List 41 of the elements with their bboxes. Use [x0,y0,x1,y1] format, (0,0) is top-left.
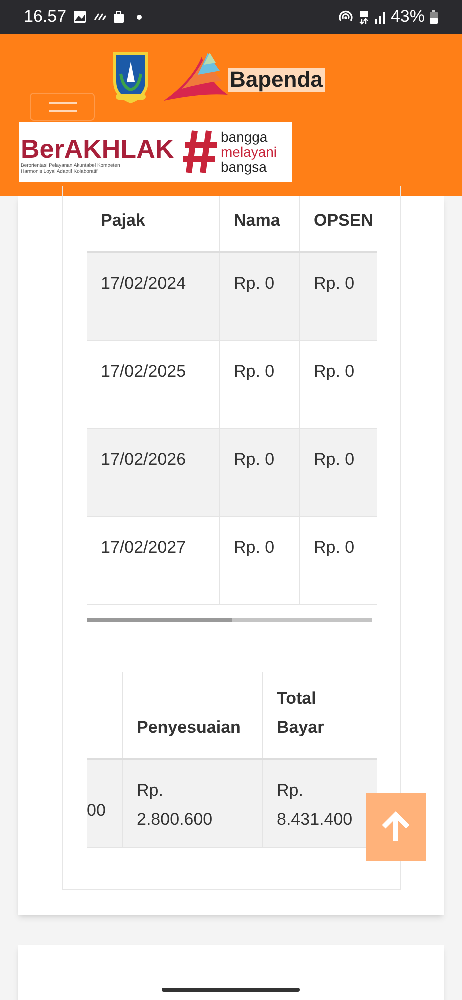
menu-button[interactable] [30,93,95,121]
menu-icon [48,102,76,112]
battery-icon [430,10,438,24]
table-cell: 17/02/2024 [101,274,186,293]
status-time: 16.57 [24,6,67,28]
banner-title: BerAKHLAK [21,135,176,163]
table-cell: Rp. 0 [314,450,355,469]
table-cell: 17/02/2026 [101,450,186,469]
column-header: Penyesuaian [137,717,241,739]
hotspot-icon [338,10,354,24]
signal-waves-icon [92,11,107,23]
column-header: OPSEN [314,210,374,232]
table-cell: Rp. 0 [234,274,275,293]
table-cell: Rp. 8.431.400 [277,781,353,829]
column-header: Pajak [101,210,146,232]
slogan-line: melayani [221,144,278,160]
logo-text: Bapenda [228,68,325,92]
table-cell: Rp. 0 [234,450,275,469]
table-cell: Rp. 0 [314,274,355,293]
bag-icon [112,10,125,24]
table-cell: Rp. 0 [234,538,275,557]
table-cell: Rp. 0 [234,362,275,381]
mobile-data-icon [358,10,369,24]
table-cell: Rp. 2.800.600 [137,781,213,829]
slogan-line: bangga [221,130,269,144]
column-header: Total Bayar [277,688,326,739]
table-cell: 17/02/2025 [101,362,186,381]
table-cell-text: 00 [87,800,106,822]
crest-icon [112,52,150,104]
signal-icon [374,10,386,24]
table-cell: Rp. 0 [314,362,355,381]
slogan-line: bangsa [221,160,267,174]
home-indicator[interactable] [162,988,300,992]
image-icon [72,10,87,24]
arrow-up-icon [381,811,411,843]
hash-icon [181,129,219,175]
table-cell: Rp. 0 [314,538,355,557]
battery-percentage: 43% [390,6,425,28]
table-cell: 17/02/2027 [101,538,186,557]
column-header: Nama [234,210,280,232]
back-to-top-button[interactable] [366,793,426,861]
